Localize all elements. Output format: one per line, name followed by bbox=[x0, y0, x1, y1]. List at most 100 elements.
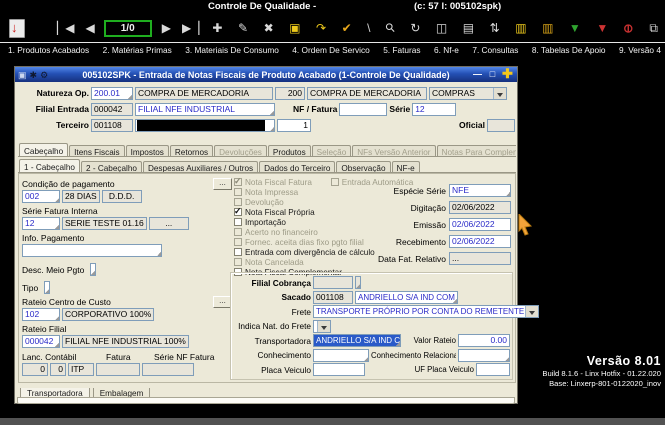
cond-pagamento-lookup-button[interactable]: ... bbox=[213, 178, 232, 190]
emissao-label: Emissão bbox=[413, 220, 446, 230]
document-import-icon[interactable]: ↓ bbox=[9, 19, 25, 38]
maximize-button[interactable]: □ bbox=[486, 69, 499, 80]
remote-desktop-icon[interactable]: ⧉ bbox=[649, 21, 657, 35]
close-button[interactable]: ✚ bbox=[501, 69, 514, 80]
sacado-name-field[interactable]: ANDRIELLO S/A IND COM bbox=[355, 291, 458, 304]
natureza-tipo-select[interactable]: COMPRAS bbox=[429, 87, 507, 100]
info-pagamento-field[interactable] bbox=[22, 244, 162, 257]
subtab[interactable]: 2 - Cabeçalho bbox=[81, 161, 142, 173]
indica-nat-frete-select[interactable] bbox=[313, 320, 331, 333]
menu-item[interactable]: 2. Matérias Primas bbox=[103, 45, 172, 55]
cond-pagamento-label: Condição de pagamento bbox=[22, 179, 115, 189]
natureza-code-field[interactable]: 200.01 bbox=[91, 87, 133, 100]
valor-rateio-field[interactable]: 0.00 bbox=[458, 334, 510, 347]
exit-icon[interactable]: ⊖ bbox=[621, 23, 635, 32]
filter-icon[interactable]: ▼ bbox=[569, 21, 580, 35]
delete-record-icon[interactable]: ✖ bbox=[264, 21, 273, 35]
menu-item[interactable]: 1. Produtos Acabados bbox=[8, 45, 89, 55]
sacado-code-field[interactable]: 001108 bbox=[313, 291, 353, 304]
save-icon[interactable]: ▣ bbox=[289, 21, 299, 35]
tipo-field[interactable] bbox=[44, 281, 50, 294]
tab[interactable]: NFs Versão Anterior bbox=[352, 145, 435, 157]
frete-select[interactable]: TRANSPORTE PRÓPRIO POR CONTA DO REMETENT… bbox=[313, 305, 539, 318]
menu-item[interactable]: 5. Faturas bbox=[383, 45, 420, 55]
tab-content: Condição de pagamento ... 002 28 DIAS D.… bbox=[18, 173, 516, 383]
emissao-field[interactable]: 02/06/2022 bbox=[449, 218, 511, 231]
conhecimento-field[interactable] bbox=[313, 349, 369, 362]
rateio-filial-code-field[interactable]: 000042 bbox=[22, 335, 60, 348]
undo-icon[interactable]: ↷ bbox=[316, 21, 325, 35]
prev-record-icon[interactable]: ◀ bbox=[85, 21, 93, 35]
minimize-button[interactable]: — bbox=[471, 69, 484, 80]
filter-clear-icon[interactable]: ▼ bbox=[596, 21, 607, 35]
tab[interactable]: Seleção bbox=[312, 145, 352, 157]
recebimento-field[interactable]: 02/06/2022 bbox=[449, 235, 511, 248]
uf-placa-veiculo-field[interactable] bbox=[476, 363, 510, 376]
terceiro-seq-field[interactable]: 1 bbox=[277, 119, 311, 132]
subtab[interactable]: Despesas Auxiliares / Outros bbox=[143, 161, 258, 173]
dates-block: Espécie Série NFE Digitação 02/06/2022 E… bbox=[311, 184, 511, 269]
oficial-label: Oficial bbox=[459, 120, 485, 130]
serie-fatura-code-field[interactable]: 12 bbox=[22, 217, 60, 230]
tab[interactable]: Cabeçalho bbox=[19, 143, 68, 157]
recebimento-label: Recebimento bbox=[396, 237, 446, 247]
desc-meio-pgto-field[interactable] bbox=[90, 263, 96, 276]
next-record-icon[interactable]: ▶ bbox=[162, 21, 170, 35]
terceiro-code-field[interactable]: 001108 bbox=[91, 119, 133, 132]
subtab[interactable]: NF-e bbox=[392, 161, 420, 173]
edit-record-icon[interactable]: ✎ bbox=[238, 21, 247, 35]
cond-extra-field: D.D.D. bbox=[102, 190, 142, 203]
serie-label: Série bbox=[389, 104, 410, 114]
conhecimento-relacionado-field[interactable] bbox=[458, 349, 510, 362]
lanc-v2-field: 0 bbox=[50, 363, 66, 376]
subtab[interactable]: Dados do Terceiro bbox=[259, 161, 335, 173]
subtab[interactable]: 1 - Cabeçalho bbox=[19, 159, 80, 173]
tab[interactable]: Itens Fiscais bbox=[69, 145, 125, 157]
first-record-icon[interactable]: ▏◀ bbox=[57, 21, 73, 35]
tools-icon[interactable]: ⚙ bbox=[40, 70, 48, 80]
last-record-icon[interactable]: ▶▕ bbox=[182, 21, 198, 35]
grid-add-icon[interactable]: ▥ bbox=[515, 21, 525, 35]
app-title: Controle De Qualidade - bbox=[208, 1, 316, 12]
add-record-icon[interactable]: ✚ bbox=[212, 21, 221, 35]
window-titlebar[interactable]: ▣✱⚙ 005102SPK - Entrada de Notas Fiscais… bbox=[15, 67, 517, 82]
subtab[interactable]: Observação bbox=[336, 161, 390, 173]
tab[interactable]: Impostos bbox=[126, 145, 169, 157]
menu-item[interactable]: 4. Ordem De Servico bbox=[292, 45, 369, 55]
menu-item[interactable]: 9. Versão 4 bbox=[619, 45, 661, 55]
confirm-icon[interactable]: ✔ bbox=[342, 21, 351, 35]
fatura-field bbox=[96, 363, 140, 376]
print-icon[interactable]: ▤ bbox=[463, 21, 473, 35]
cond-code-field[interactable]: 002 bbox=[22, 190, 60, 203]
filial-desc-field[interactable]: FILIAL NFE INDUSTRIAL bbox=[135, 103, 275, 116]
menu-item[interactable]: 8. Tabelas De Apoio bbox=[532, 45, 606, 55]
toolbar-actions: ✚ ✎ ✖ ▣ ↷ ✔ \ ⚲ ↻ ◫ ▤ ⇅ ▥ ▥ ▼ ▼ ⊖ ⧉ bbox=[212, 21, 665, 35]
tab[interactable]: Devoluções bbox=[214, 145, 267, 157]
tab[interactable]: Notas Para Complemento bbox=[437, 145, 516, 157]
transportadora-field[interactable]: ANDRIELLO S/A IND COM bbox=[313, 334, 401, 347]
serie-nf-fatura-field bbox=[142, 363, 194, 376]
clean-icon[interactable]: \ bbox=[367, 21, 369, 35]
especie-serie-field[interactable]: NFE bbox=[449, 184, 511, 197]
preview-icon[interactable]: ◫ bbox=[436, 21, 446, 35]
tab[interactable]: Produtos bbox=[268, 145, 311, 157]
sort-icon[interactable]: ⇅ bbox=[490, 21, 499, 35]
nf-fatura-field[interactable] bbox=[339, 103, 387, 116]
search-icon[interactable]: ⚲ bbox=[382, 20, 397, 35]
serie-field[interactable]: 12 bbox=[412, 103, 456, 116]
menu-item[interactable]: 6. Nf-e bbox=[434, 45, 459, 55]
window-titlebar-icons: ▣✱⚙ bbox=[18, 70, 48, 80]
tab[interactable]: Retornos bbox=[170, 145, 213, 157]
filial-code-field: 000042 bbox=[91, 103, 133, 116]
pin-icon[interactable]: ✱ bbox=[30, 70, 38, 80]
oficial-field bbox=[487, 119, 515, 132]
menu-item[interactable]: 7. Consultas bbox=[472, 45, 518, 55]
rateio-cc-code-field[interactable]: 102 bbox=[22, 308, 60, 321]
grid-remove-icon[interactable]: ▥ bbox=[542, 21, 552, 35]
placa-veiculo-field[interactable] bbox=[313, 363, 365, 376]
menu-item[interactable]: 3. Materiais De Consumo bbox=[185, 45, 279, 55]
placa-veiculo-label: Placa Veiculo bbox=[233, 365, 311, 375]
window-icon[interactable]: ▣ bbox=[18, 70, 27, 80]
refresh-icon[interactable]: ↻ bbox=[410, 21, 419, 35]
terceiro-name-field[interactable] bbox=[135, 119, 275, 132]
